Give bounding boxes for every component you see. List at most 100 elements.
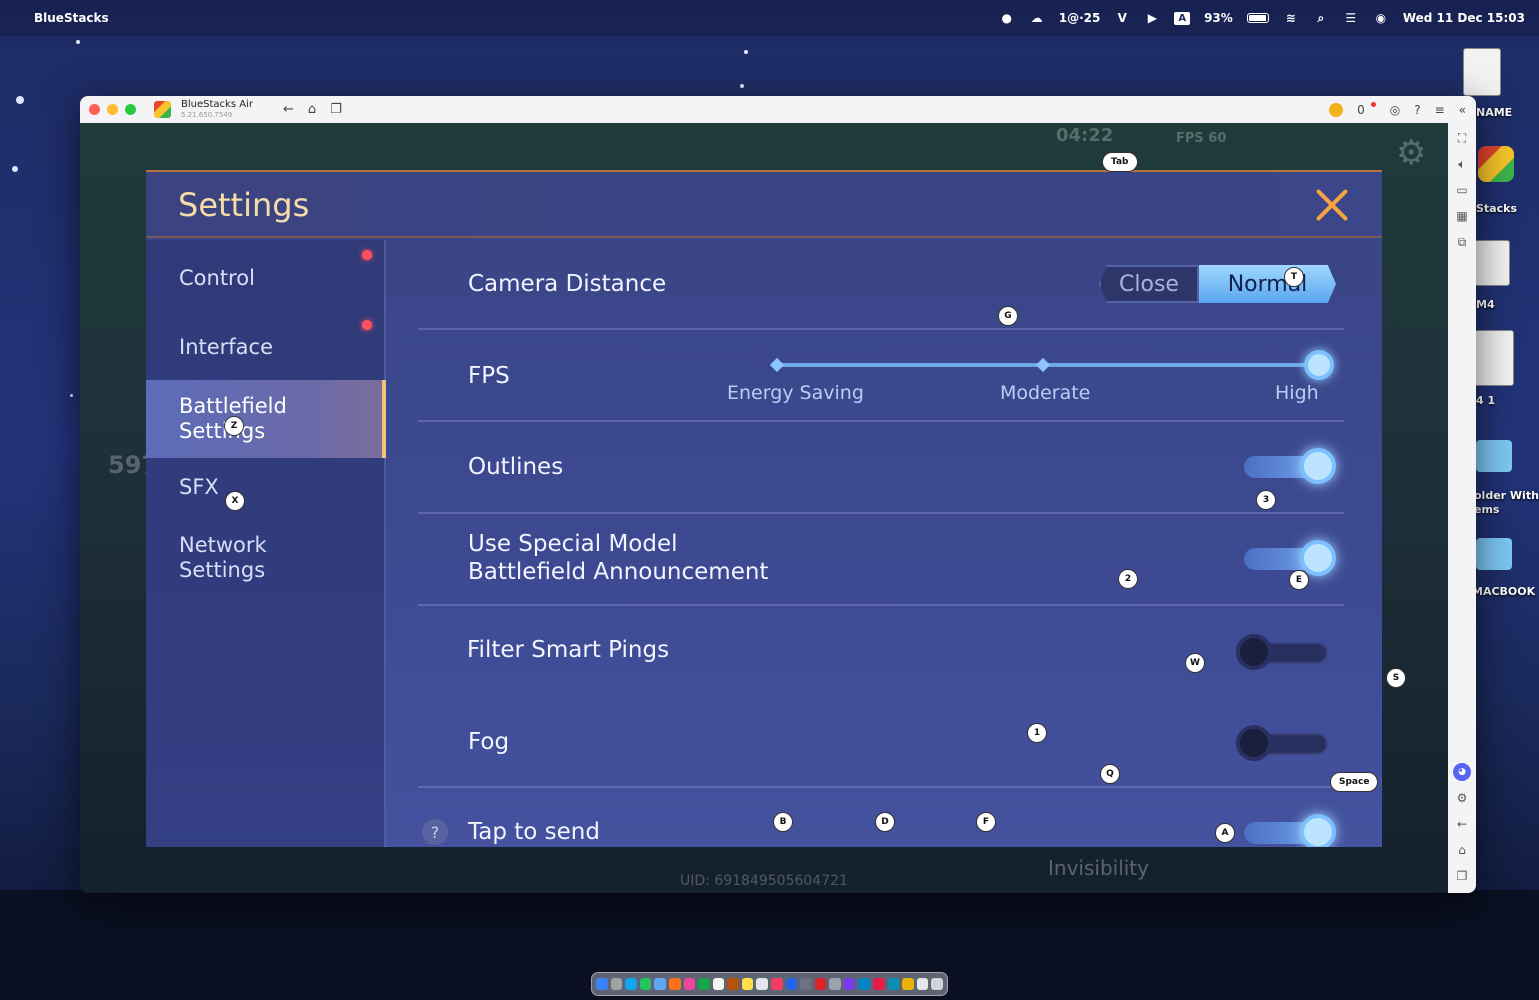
reminders-icon[interactable]	[756, 978, 768, 990]
desktop-sd-card-icon[interactable]	[1463, 48, 1501, 96]
keymap-e-badge[interactable]: E	[1289, 570, 1309, 590]
collapse-sidebar-icon[interactable]: «	[1459, 103, 1466, 117]
keymap-2-badge[interactable]: 2	[1118, 569, 1138, 589]
control-center-icon[interactable]: ☰	[1343, 11, 1359, 25]
camera-normal-option[interactable]: Normal	[1199, 265, 1336, 303]
nav-control[interactable]: Control	[146, 266, 386, 291]
desktop-folder-icon[interactable]	[1476, 440, 1512, 472]
battery-icon[interactable]	[1246, 13, 1269, 23]
keymap-t-badge[interactable]: T	[1284, 267, 1304, 287]
back-arrow-icon[interactable]: ←	[1454, 815, 1470, 833]
wifi-icon[interactable]: ≋	[1283, 11, 1299, 25]
home-icon[interactable]: ⌂	[1454, 841, 1470, 859]
contacts-icon[interactable]	[727, 978, 739, 990]
desktop-label-m4[interactable]: M4	[1476, 298, 1495, 311]
help-question-icon[interactable]: ?	[422, 819, 448, 845]
fog-toggle[interactable]	[1236, 725, 1334, 761]
desktop-label-41[interactable]: 4 1	[1476, 394, 1495, 407]
minimize-window-button[interactable]	[107, 104, 118, 115]
coin-icon[interactable]	[1329, 102, 1344, 117]
fps-node-energy[interactable]	[769, 357, 785, 373]
play-icon[interactable]: ▶	[1144, 11, 1160, 25]
discord-icon[interactable]: ◕	[1453, 763, 1471, 781]
camera-close-option[interactable]: Close	[1099, 265, 1199, 303]
record-icon[interactable]: ●	[999, 11, 1015, 25]
keymap-f-badge[interactable]: F	[976, 812, 996, 832]
recent-apps-icon[interactable]: ❐	[330, 102, 342, 117]
wechat-icon[interactable]: ☁	[1029, 11, 1045, 25]
window-titlebar[interactable]: BlueStacks Air 5.21.650.7549 ← ⌂ ❐ 0 ◎ ?…	[80, 96, 1476, 123]
apk-install-icon[interactable]: ▦	[1454, 207, 1470, 225]
desktop-bluestacks-icon[interactable]	[1478, 146, 1514, 182]
app-icon[interactable]	[843, 978, 856, 990]
keymap-1-badge[interactable]: 1	[1027, 723, 1047, 743]
help-icon[interactable]: ?	[1414, 103, 1420, 117]
keymap-tab-badge[interactable]: Tab	[1102, 152, 1138, 172]
desktop-file-thumb[interactable]	[1474, 330, 1514, 386]
fps-level-moderate[interactable]: Moderate	[1000, 382, 1090, 404]
app-icon[interactable]	[887, 978, 900, 990]
app-icon[interactable]	[873, 978, 885, 990]
close-settings-button[interactable]	[1313, 186, 1351, 224]
close-window-button[interactable]	[89, 104, 100, 115]
menubar-status-text[interactable]: 1@·25	[1059, 11, 1101, 25]
v-icon[interactable]: V	[1114, 11, 1130, 25]
settings-gear-icon[interactable]: ⚙	[1454, 789, 1470, 807]
app-store-icon[interactable]	[785, 978, 798, 990]
siri-icon[interactable]: ◉	[1373, 11, 1389, 25]
fps-node-moderate[interactable]	[1035, 357, 1051, 373]
input-source-icon[interactable]: A	[1174, 11, 1191, 25]
maps-icon[interactable]	[668, 978, 681, 990]
calendar-icon[interactable]	[712, 978, 725, 990]
nav-battlefield-settings[interactable]: Battlefield Settings	[146, 380, 386, 458]
desktop-label-name[interactable]: NAME	[1476, 106, 1512, 119]
settings-icon[interactable]	[800, 978, 812, 990]
keymap-w-badge[interactable]: W	[1185, 653, 1205, 673]
photos-icon[interactable]	[683, 978, 696, 990]
notes-icon[interactable]	[741, 978, 754, 990]
app-icon[interactable]	[858, 978, 871, 990]
keymap-3-badge[interactable]: 3	[1256, 490, 1276, 510]
filter-smart-pings-toggle[interactable]	[1236, 634, 1334, 670]
nav-sfx[interactable]: SFX	[146, 475, 386, 500]
desktop-label-folder[interactable]: older With	[1474, 489, 1539, 502]
nav-interface[interactable]: Interface	[146, 335, 386, 360]
trash-icon[interactable]	[931, 978, 943, 990]
fullscreen-icon[interactable]: ⛶	[1454, 129, 1470, 147]
volume-icon[interactable]: 🔈︎	[1454, 155, 1470, 173]
desktop-label-stacks[interactable]: Stacks	[1476, 202, 1517, 215]
keymap-d-badge[interactable]: D	[875, 812, 895, 832]
menubar-clock[interactable]: Wed 11 Dec 15:03	[1403, 11, 1525, 25]
safari-icon[interactable]	[625, 978, 637, 990]
fps-level-energy-saving[interactable]: Energy Saving	[727, 382, 864, 404]
menubar-app-name[interactable]: BlueStacks	[34, 11, 109, 25]
music-icon[interactable]	[771, 978, 783, 990]
zoom-window-button[interactable]	[125, 104, 136, 115]
finder-icon[interactable]	[596, 978, 608, 990]
launchpad-icon[interactable]	[610, 978, 623, 990]
outlines-toggle[interactable]	[1244, 448, 1338, 484]
keymap-space-badge[interactable]: Space	[1330, 772, 1379, 792]
fps-level-high[interactable]: High	[1275, 382, 1319, 404]
fps-slider-knob[interactable]	[1304, 350, 1334, 380]
recent-apps-icon[interactable]: ❐	[1454, 867, 1470, 885]
nav-network-settings[interactable]: Network Settings	[146, 533, 386, 583]
app-icon[interactable]	[814, 978, 827, 990]
bluestacks-dock-icon[interactable]	[902, 978, 914, 990]
desktop-label-macbook[interactable]: MACBOOK	[1472, 585, 1535, 598]
home-icon[interactable]: ⌂	[308, 102, 316, 117]
desktop-label-items[interactable]: ems	[1474, 503, 1499, 516]
keymap-b-badge[interactable]: B	[773, 812, 793, 832]
app-icon[interactable]	[829, 978, 841, 990]
keymap-s-badge[interactable]: S	[1386, 668, 1406, 688]
keyboard-controls-icon[interactable]: ▭	[1454, 181, 1470, 199]
account-icon[interactable]: ◎	[1390, 103, 1400, 117]
multi-instance-icon[interactable]: ⧉	[1454, 233, 1470, 251]
spotlight-icon[interactable]: ⌕	[1313, 11, 1329, 25]
menu-icon[interactable]: ≡	[1435, 103, 1445, 117]
keymap-g-badge[interactable]: G	[998, 306, 1018, 326]
special-model-toggle[interactable]	[1244, 540, 1338, 576]
mail-icon[interactable]	[654, 978, 666, 990]
keymap-z-badge[interactable]: Z	[224, 416, 244, 436]
back-icon[interactable]: ←	[283, 102, 294, 117]
